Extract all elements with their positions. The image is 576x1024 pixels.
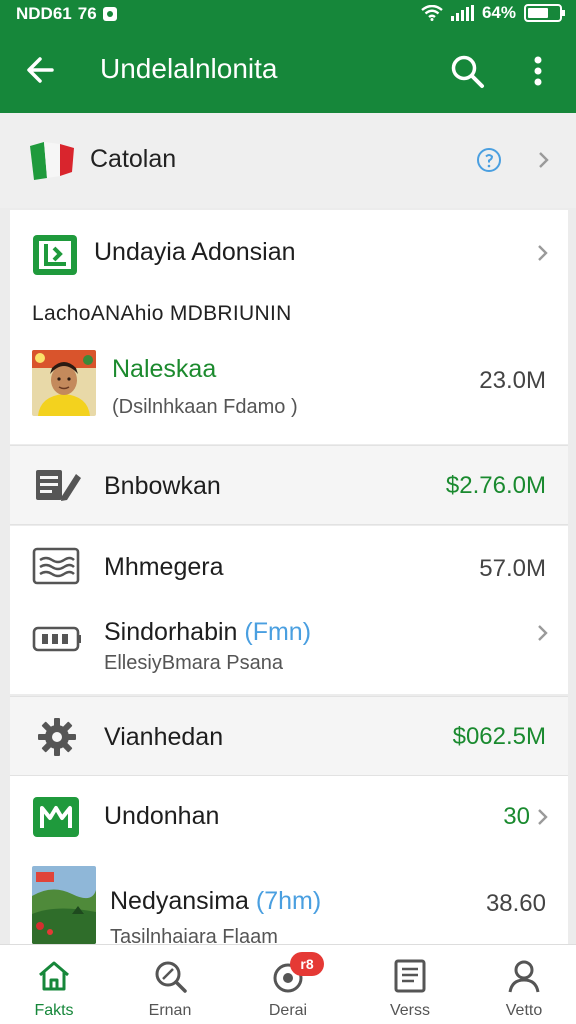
chevron-right-icon[interactable]: [532, 148, 554, 172]
list-item-description: EllesiyBmara Psana: [104, 652, 283, 674]
gear-icon: [38, 718, 76, 756]
country-label: Catolan: [90, 145, 177, 173]
map-icon: [33, 797, 79, 837]
status-right: 64%: [421, 3, 565, 23]
chevron-right-icon[interactable]: [532, 241, 552, 265]
wifi-icon: [421, 5, 443, 21]
newspaper-icon: [32, 547, 80, 585]
nav-label: Ernan: [148, 1002, 192, 1019]
help-icon[interactable]: [476, 147, 502, 173]
section-card-2: [10, 526, 568, 694]
thumbnail-image: [32, 866, 96, 944]
item-name[interactable]: Naleskaa: [112, 355, 216, 384]
status-bar: NDD61 76 64%: [0, 0, 576, 28]
battery-percent: 64%: [481, 3, 516, 22]
avatar: [32, 350, 96, 416]
nav-item-profile[interactable]: Vetto: [474, 944, 574, 1024]
nav-item-search[interactable]: Ernan: [120, 944, 220, 1024]
nav-label: Fakts: [34, 1002, 74, 1019]
list-item-value: 57.0M: [479, 555, 546, 582]
ticket-icon: [32, 626, 81, 652]
app-bar: NDD61 76 64% Undelalnlonita: [0, 0, 576, 113]
summary-label: Bnbowkan: [104, 472, 221, 500]
nav-item-documents[interactable]: Verss: [360, 944, 460, 1024]
signal-icon: [450, 5, 474, 21]
nav-item-chat[interactable]: Derai: [238, 944, 338, 1024]
list-item-tag: (7hm): [255, 887, 322, 915]
chevron-right-icon[interactable]: [532, 621, 552, 645]
summary-value: $2.76.0M: [445, 472, 546, 499]
list-item-value: 30: [503, 803, 530, 830]
back-arrow-icon[interactable]: [22, 52, 62, 88]
list-item-label[interactable]: Mhmegera: [104, 553, 224, 582]
page-title: Undelalnlonita: [100, 53, 278, 84]
list-item-label[interactable]: Nedyansima (7hm): [110, 887, 321, 916]
nav-label: Derai: [268, 1002, 308, 1019]
section-heading: LachoANAhio MDBRIUNIN: [32, 302, 292, 325]
list-item-description: Tasilnhaiara Flaam: [110, 926, 278, 944]
list-item-title: Nedyansima: [110, 887, 249, 915]
status-network: 76: [77, 4, 97, 23]
search-icon: [155, 961, 187, 993]
section-logo-icon: [33, 235, 77, 275]
list-item-label[interactable]: Undonhan: [104, 802, 219, 831]
status-carrier: NDD61: [16, 4, 72, 23]
search-icon[interactable]: [448, 52, 488, 92]
nav-label: Verss: [389, 1002, 430, 1019]
home-icon: [39, 961, 69, 991]
flag-icon: [30, 142, 74, 180]
item-value: 23.0M: [479, 367, 546, 394]
nav-item-home[interactable]: Fakts: [4, 944, 104, 1024]
more-vert-icon[interactable]: [522, 52, 554, 92]
list-item-title: Sindorhabin: [104, 618, 238, 646]
notification-badge: r8: [290, 952, 324, 976]
list-item-tag: (Fmn): [244, 618, 312, 646]
nav-label: Vetto: [505, 1002, 543, 1019]
profile-icon: [508, 960, 540, 993]
section-title[interactable]: Undayia Adonsian: [94, 238, 296, 267]
document-icon: [394, 959, 426, 993]
notification-icon: [102, 7, 117, 21]
list-item-label[interactable]: Sindorhabin (Fmn): [104, 618, 311, 647]
item-description: (Dsilnhkaan Fdamo ): [112, 396, 298, 418]
battery-icon: [524, 4, 565, 22]
summary-value: $062.5M: [452, 723, 546, 750]
edit-document-icon: [36, 470, 81, 501]
status-left: NDD61 76: [16, 4, 117, 24]
chevron-right-icon[interactable]: [532, 805, 552, 829]
list-item-value: 38.60: [485, 890, 546, 917]
summary-label: Vianhedan: [104, 723, 224, 751]
